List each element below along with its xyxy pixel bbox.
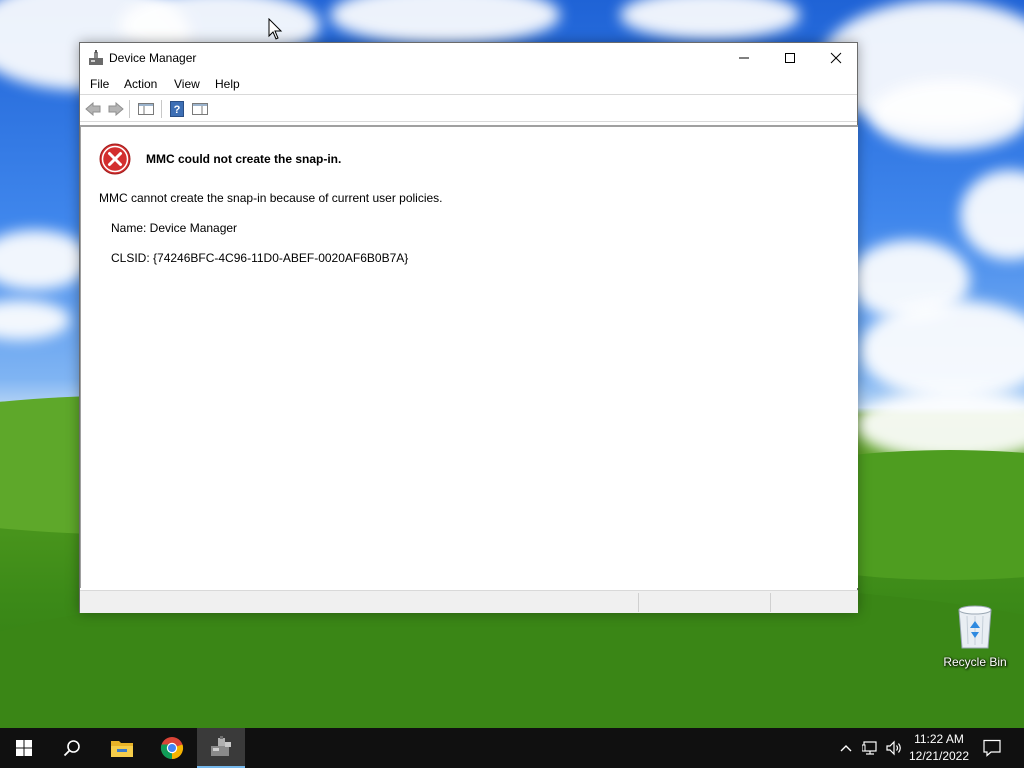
back-arrow-icon <box>85 102 101 116</box>
search-button[interactable] <box>48 728 96 768</box>
toolbar: ? <box>80 96 857 122</box>
title-bar[interactable]: Device Manager <box>80 43 857 73</box>
recycle-bin-shortcut[interactable]: Recycle Bin <box>942 602 1008 669</box>
clock-time: 11:22 AM <box>914 732 964 746</box>
snap-in-error-pane: MMC could not create the snap-in. MMC ca… <box>80 125 858 588</box>
menu-file[interactable]: File <box>90 77 109 91</box>
mouse-cursor-icon <box>268 18 283 40</box>
forward-button[interactable] <box>106 100 126 118</box>
close-icon <box>830 52 842 64</box>
svg-text:?: ? <box>174 104 181 116</box>
status-pane <box>770 593 771 612</box>
minimize-icon <box>739 57 749 59</box>
help-icon: ? <box>170 101 184 117</box>
status-pane <box>638 593 639 612</box>
help-button[interactable]: ? <box>167 100 187 118</box>
system-clock[interactable]: 11:22 AM 12/21/2022 <box>906 731 972 765</box>
volume-icon[interactable] <box>885 739 903 757</box>
snap-in-name: Name: Device Manager <box>111 221 238 235</box>
recycle-bin-label: Recycle Bin <box>943 655 1007 669</box>
error-title: MMC could not create the snap-in. <box>146 152 342 166</box>
mmc-icon <box>211 736 231 756</box>
minimize-button[interactable] <box>721 43 767 73</box>
forward-arrow-icon <box>108 102 124 116</box>
device-manager-window: Device Manager File Action View Help ? M… <box>79 42 858 613</box>
error-description: MMC cannot create the snap-in because of… <box>99 191 443 205</box>
menu-view[interactable]: View <box>174 77 200 91</box>
chevron-up-icon[interactable] <box>838 740 854 756</box>
chrome-button[interactable] <box>148 728 196 768</box>
status-bar <box>80 590 858 613</box>
menu-action[interactable]: Action <box>124 77 157 91</box>
toolbar-separator <box>161 100 162 118</box>
close-button[interactable] <box>813 43 859 73</box>
menu-help[interactable]: Help <box>215 77 240 91</box>
device-manager-icon <box>89 50 103 65</box>
windows-start-icon <box>16 740 32 756</box>
file-explorer-button[interactable] <box>98 728 146 768</box>
show-hide-console-tree-icon <box>138 103 154 115</box>
mmc-taskbar-button[interactable] <box>197 728 245 768</box>
show-hide-action-pane-button[interactable] <box>190 100 210 118</box>
maximize-icon <box>785 53 795 63</box>
toolbar-separator <box>129 100 130 118</box>
file-explorer-icon <box>111 741 133 757</box>
error-icon <box>99 143 131 175</box>
chrome-icon <box>160 737 184 760</box>
recycle-bin-icon <box>958 605 992 649</box>
show-hide-action-pane-icon <box>192 103 208 115</box>
start-button[interactable] <box>0 728 48 768</box>
search-icon <box>63 740 80 757</box>
window-title: Device Manager <box>109 51 197 65</box>
network-icon[interactable] <box>862 739 880 757</box>
maximize-button[interactable] <box>767 43 813 73</box>
taskbar: 11:22 AM 12/21/2022 <box>0 728 1024 768</box>
notification-center-icon[interactable] <box>982 739 1002 757</box>
show-hide-console-tree-button[interactable] <box>136 100 156 118</box>
back-button[interactable] <box>83 100 103 118</box>
clock-date: 12/21/2022 <box>908 749 970 763</box>
menu-bar: File Action View Help <box>80 73 857 95</box>
snap-in-clsid: CLSID: {74246BFC-4C96-11D0-ABEF-0020AF6B… <box>111 251 409 265</box>
